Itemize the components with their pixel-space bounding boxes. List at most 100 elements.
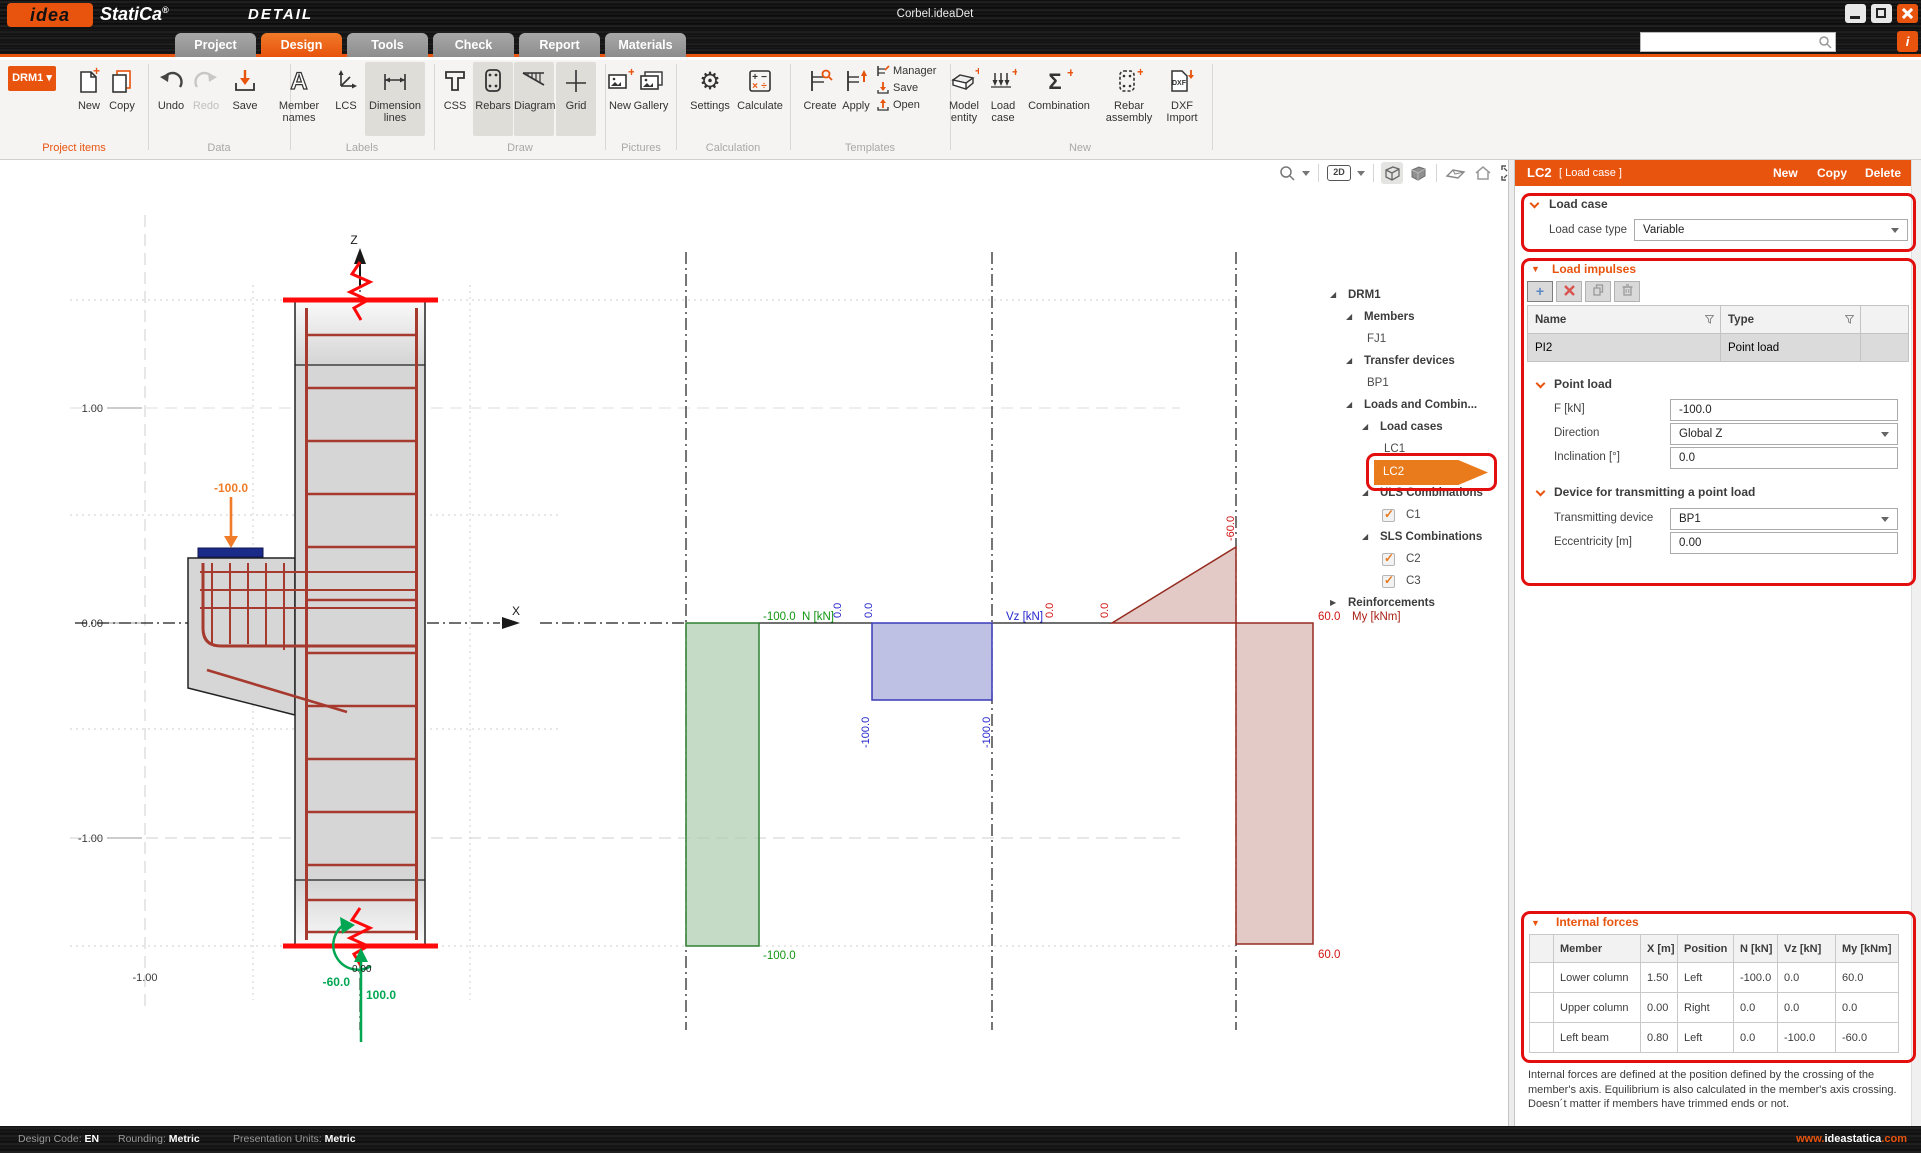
table-row[interactable]: Lower column 1.50Left -100.00.0 60.0 (1530, 963, 1899, 993)
dxf-import-button[interactable]: DXF DXF Import (1157, 62, 1207, 136)
inclination-input[interactable]: 0.0 (1670, 447, 1898, 469)
zoom-button[interactable] (1278, 162, 1297, 184)
grid-label-x-m1: -1.00 (132, 972, 157, 984)
gallery-button[interactable]: Gallery (630, 62, 672, 136)
expander-icon[interactable]: ◢ (1330, 290, 1336, 299)
svg-text:×: × (752, 81, 758, 92)
panel-subtitle: [ Load case ] (1559, 167, 1622, 179)
chevron-down-icon (1891, 228, 1899, 233)
load-case-type-dropdown[interactable]: Variable (1634, 219, 1908, 241)
template-manager-button[interactable]: Manager (876, 62, 936, 79)
zoom-options-dropdown[interactable] (1301, 162, 1311, 184)
tab-design[interactable]: Design (261, 33, 342, 57)
chevron-down-icon (1357, 171, 1365, 176)
table-row[interactable]: Left beam 0.80Left 0.0-100.0 -60.0 (1530, 1023, 1899, 1053)
panel-scrollbar[interactable] (1911, 160, 1921, 1126)
table-row[interactable]: Upper column 0.00Right 0.00.0 0.0 (1530, 993, 1899, 1023)
template-save-button[interactable]: Save (876, 79, 936, 96)
direction-dropdown[interactable]: Global Z (1670, 423, 1898, 445)
titlebar: idea StatiCa® DETAIL Corbel.ideaDet (0, 0, 1921, 30)
home-view-button[interactable] (1472, 162, 1494, 184)
redo-button[interactable]: Redo (188, 62, 224, 136)
calculate-button[interactable]: +−×÷ Calculate (734, 62, 786, 136)
new-load-case-button[interactable]: + Load case (983, 62, 1023, 136)
maximize-button[interactable] (1871, 4, 1892, 23)
css-toggle[interactable]: CSS (435, 62, 475, 136)
tab-tools[interactable]: Tools (347, 33, 428, 57)
column-header-extra (1861, 306, 1909, 334)
apply-template-button[interactable]: Apply (836, 62, 876, 136)
diagram-toggle[interactable]: Diagram (514, 62, 554, 136)
filter-icon[interactable] (1845, 315, 1854, 324)
new-project-item-button[interactable]: + New (72, 62, 106, 136)
filter-icon[interactable] (1705, 315, 1714, 324)
cell-type: Point load (1721, 334, 1861, 362)
undo-button[interactable]: Undo (153, 62, 189, 136)
clipping-plane-button[interactable] (1444, 162, 1468, 184)
my-zero-left: 0.0 (1044, 603, 1056, 618)
section-arrow-icon[interactable]: ▼ (1531, 918, 1540, 928)
delete-load-impulse-button[interactable] (1556, 281, 1582, 302)
grid-toggle[interactable]: Grid (556, 62, 596, 136)
view-mode-dropdown[interactable] (1356, 162, 1366, 184)
panel-splitter[interactable] (1508, 160, 1515, 1126)
expander-icon[interactable]: ◢ (1362, 532, 1368, 541)
load-case-copy-button[interactable]: Copy (1817, 166, 1847, 180)
load-case-new-button[interactable]: New (1773, 166, 1798, 180)
lcs-axes-icon (331, 62, 361, 100)
checkbox-checked[interactable]: ✓ (1382, 553, 1395, 566)
expander-icon[interactable]: ◢ (1362, 422, 1368, 431)
lcs-toggle[interactable]: LCS (331, 62, 361, 136)
expander-icon[interactable]: ◢ (1346, 356, 1352, 365)
minimize-button[interactable] (1845, 4, 1866, 23)
dimension-lines-toggle[interactable]: Dimension lines (365, 62, 425, 136)
add-load-impulse-button[interactable]: + (1527, 281, 1553, 302)
panel-title: LC2 (1527, 165, 1552, 180)
template-open-button[interactable]: Open (876, 96, 936, 113)
expander-icon[interactable]: ◢ (1346, 312, 1352, 321)
settings-button[interactable]: ⚙ Settings (686, 62, 734, 136)
view-2d-button[interactable]: 2D (1326, 162, 1352, 184)
tab-report[interactable]: Report (519, 33, 600, 57)
new-model-entity-button[interactable]: + Model entity (940, 62, 988, 136)
f-input[interactable]: -100.0 (1670, 399, 1898, 421)
expander-icon[interactable]: ◢ (1346, 400, 1352, 409)
tab-check[interactable]: Check (433, 33, 514, 57)
checkbox-checked[interactable]: ✓ (1382, 575, 1395, 588)
internal-forces-table[interactable]: Member X [m]Position N [kN]Vz [kN] My [k… (1529, 934, 1899, 1053)
member-names-toggle[interactable]: A Member names (271, 62, 327, 136)
clip-plane-icon (1445, 163, 1467, 183)
copy-load-impulse-button[interactable] (1585, 281, 1611, 302)
info-button[interactable]: i (1897, 31, 1918, 52)
expander-icon[interactable]: ◢ (1362, 488, 1368, 497)
column-header-name[interactable]: Name (1528, 306, 1721, 334)
status-rounding: Rounding: Metric (118, 1133, 200, 1145)
eccentricity-input[interactable]: 0.00 (1670, 532, 1898, 554)
tab-materials[interactable]: Materials (605, 33, 686, 57)
checkbox-checked[interactable]: ✓ (1382, 509, 1395, 522)
svg-text:÷: ÷ (761, 81, 767, 92)
copy-project-item-button[interactable]: Copy (104, 62, 140, 136)
new-combination-button[interactable]: Σ+ Combination (1027, 62, 1091, 136)
load-case-delete-button[interactable]: Delete (1865, 166, 1901, 180)
section-arrow-icon[interactable]: ▼ (1531, 264, 1540, 274)
project-item-selector[interactable]: DRM1 ▾ (8, 66, 56, 91)
calculate-icon: +−×÷ (734, 62, 786, 100)
solid-view-button[interactable] (1407, 162, 1429, 184)
search-box[interactable] (1640, 32, 1836, 52)
svg-text:DXF: DXF (1172, 80, 1187, 87)
transmitting-device-dropdown[interactable]: BP1 (1670, 508, 1898, 530)
load-impulse-row-pi2[interactable]: PI2 Point load (1528, 334, 1909, 362)
trash-load-impulse-button[interactable] (1614, 281, 1640, 302)
load-impulses-table[interactable]: Name Type PI2 Point load (1527, 305, 1909, 362)
save-button[interactable]: Save (227, 62, 263, 136)
new-rebar-assembly-button[interactable]: + Rebar assembly (1101, 62, 1157, 136)
expander-collapsed-icon[interactable]: ▶ (1330, 598, 1336, 607)
website-link[interactable]: www.ideastatica.com (1796, 1133, 1907, 1145)
wireframe-view-button[interactable] (1381, 162, 1403, 184)
column-header-type[interactable]: Type (1721, 306, 1861, 334)
close-button[interactable] (1897, 4, 1918, 23)
rebars-toggle[interactable]: Rebars (473, 62, 513, 136)
search-input[interactable] (1645, 34, 1813, 50)
tab-project[interactable]: Project (175, 33, 256, 57)
